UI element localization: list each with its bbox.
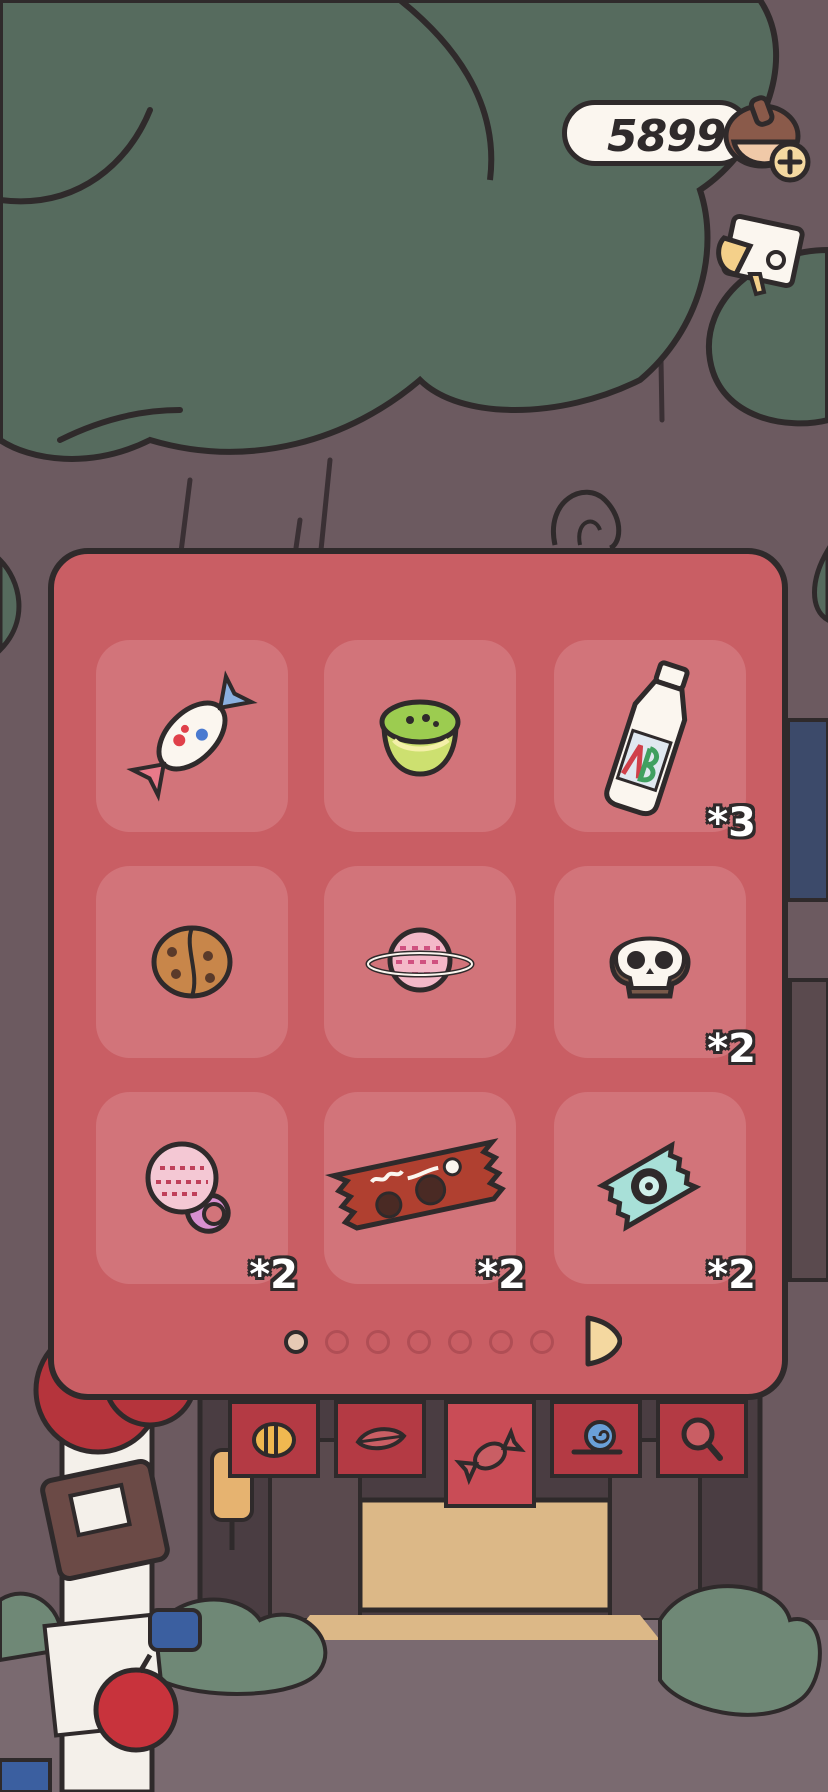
page-dot-active[interactable] [284,1330,308,1354]
category-flag-snail[interactable] [550,1400,642,1480]
category-flag-search[interactable] [656,1400,748,1480]
item-quantity: *2 [707,1026,756,1072]
inventory-panel: *3 *2 *2 *2 *2 [48,548,788,1400]
category-flag-leaf[interactable] [334,1400,426,1480]
item-quantity: *3 [707,800,756,846]
acorn-count: 5899 [607,111,726,162]
inventory-slot[interactable] [96,640,288,832]
candy-icon [126,670,258,802]
inventory-slot[interactable] [324,640,516,832]
jelly-cup-icon [379,699,461,777]
inventory-slot[interactable] [324,866,516,1058]
walnut-icon [151,925,233,999]
letter-card-icon[interactable] [710,208,810,304]
item-quantity: *2 [249,1252,298,1298]
inventory-slot[interactable]: *2 [96,1092,298,1298]
page-dot[interactable] [366,1330,390,1354]
inventory-slot[interactable]: *3 [554,640,756,846]
page-dot[interactable] [407,1330,431,1354]
bee-icon [252,1422,296,1458]
planet-candy-icon [365,927,475,993]
inventory-slot[interactable]: *2 [554,866,756,1072]
page-indicator [284,1316,604,1366]
category-flag-candy[interactable] [444,1400,536,1510]
page-dot[interactable] [325,1330,349,1354]
category-flag-bee[interactable] [228,1400,320,1480]
acorn-plus-icon[interactable] [720,88,816,188]
inventory-slot[interactable]: *2 [554,1092,756,1298]
page-dot[interactable] [530,1330,554,1354]
page-dot[interactable] [489,1330,513,1354]
next-page-arrow-icon[interactable] [582,1314,622,1368]
inventory-slot[interactable]: *2 [324,1092,526,1298]
inventory-slot[interactable] [96,866,288,1058]
page-dot[interactable] [448,1330,472,1354]
item-quantity: *2 [477,1252,526,1298]
item-quantity: *2 [707,1252,756,1298]
